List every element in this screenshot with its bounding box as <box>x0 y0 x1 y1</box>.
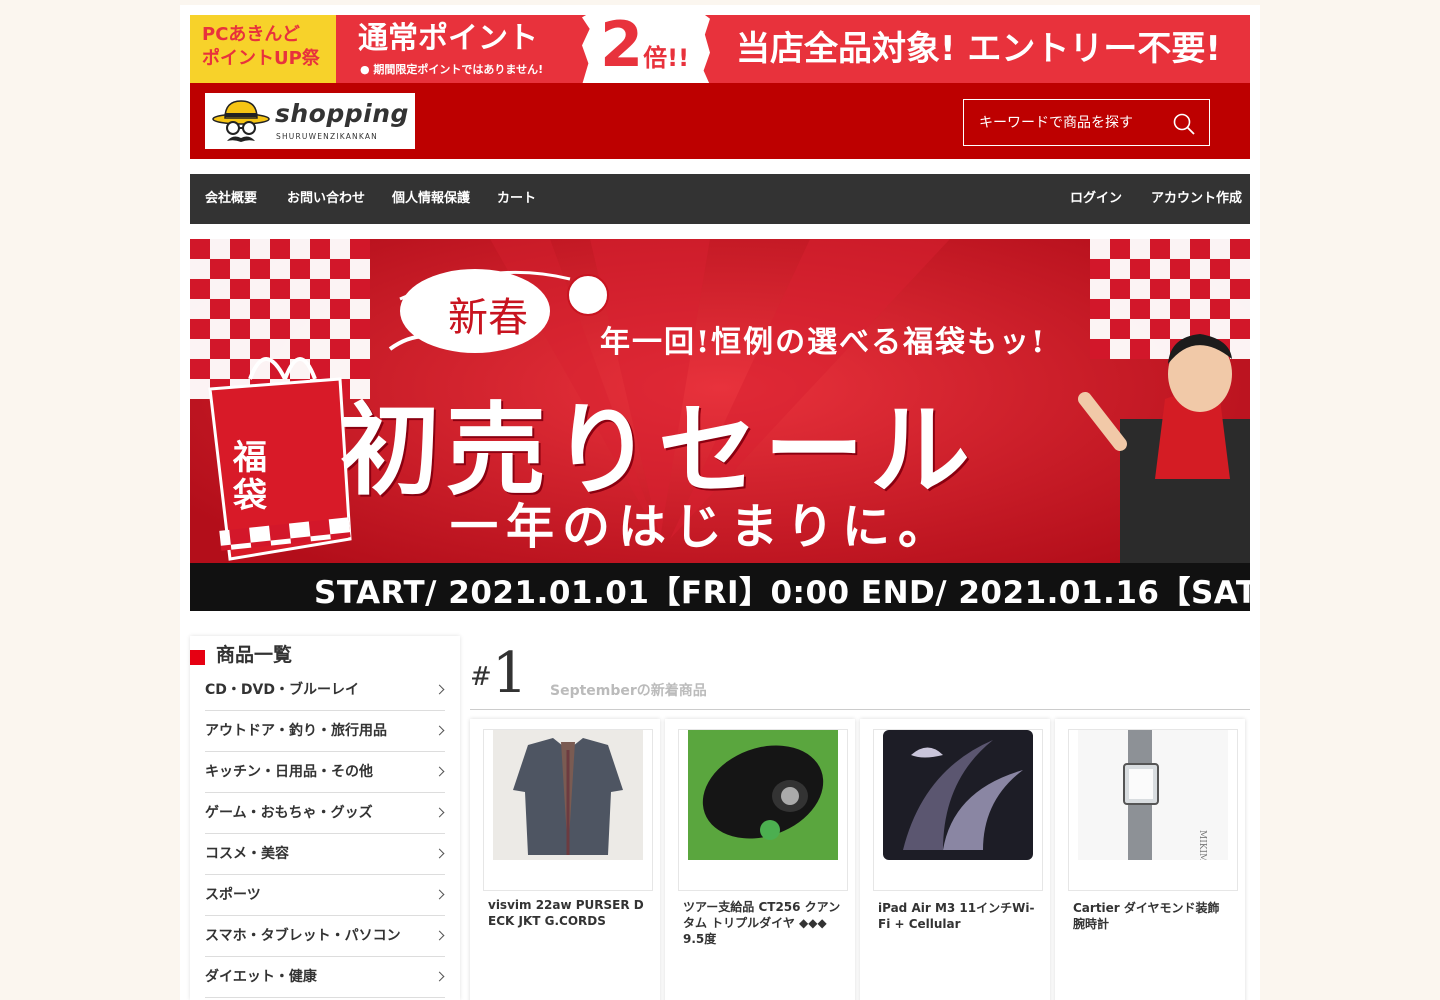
promo-badge: PCあきんど ポイントUP祭 <box>190 15 336 83</box>
nav-create-account[interactable]: アカウント作成 <box>1151 174 1242 224</box>
category-item[interactable]: CD・DVD・ブルーレイ <box>205 670 445 711</box>
product-title[interactable]: visvim 22aw PURSER DECK JKT G.CORDS <box>488 897 648 929</box>
nav-login[interactable]: ログイン <box>1070 174 1122 224</box>
category-item[interactable]: アウトドア・釣り・旅行用品 <box>205 711 445 752</box>
search-icon[interactable] <box>1172 112 1196 136</box>
product-card[interactable]: MIKIMOTO Cartier ダイヤモンド装飾 腕時計 <box>1055 719 1245 1000</box>
site-header: shopping SHURUWENZIKANKAN <box>190 83 1250 159</box>
sidebar-title: 商品一覧 <box>190 640 292 670</box>
sidebar-title-text: 商品一覧 <box>216 644 293 666</box>
chevron-right-icon <box>434 889 445 900</box>
promo-twice: 2倍!! <box>600 15 690 81</box>
title-marker <box>190 650 205 665</box>
chevron-right-icon <box>434 725 445 736</box>
promo-all-items: 当店全品対象! エントリー不要! <box>736 29 1221 69</box>
category-sidebar: 商品一覧 CD・DVD・ブルーレイ アウトドア・釣り・旅行用品 キッチン・日用品… <box>190 636 460 1000</box>
product-image-ipad[interactable] <box>873 729 1043 891</box>
nav-cart[interactable]: カート <box>497 174 536 224</box>
section-subtitle: Septemberの新着商品 <box>550 683 707 699</box>
category-label: ダイエット・健康 <box>205 969 317 985</box>
promo-points-text: 通常ポイント <box>358 21 538 56</box>
category-label: アウトドア・釣り・旅行用品 <box>205 723 387 739</box>
product-title[interactable]: Cartier ダイヤモンド装飾 腕時計 <box>1073 900 1233 932</box>
category-item[interactable]: スポーツ <box>205 875 445 916</box>
category-item[interactable]: キッチン・日用品・その他 <box>205 752 445 793</box>
product-image-jacket[interactable] <box>483 729 653 891</box>
nav-privacy[interactable]: 個人情報保護 <box>392 174 470 224</box>
product-card[interactable]: visvim 22aw PURSER DECK JKT G.CORDS <box>470 719 660 1000</box>
category-label: CD・DVD・ブルーレイ <box>205 682 359 698</box>
promo-badge-line2: ポイントUP祭 <box>202 48 320 69</box>
new-arrivals-heading: # 1 Septemberの新着商品 <box>470 640 1250 710</box>
category-item[interactable]: ゲーム・おもちゃ・グッズ <box>205 793 445 834</box>
nav-company[interactable]: 会社概要 <box>205 174 257 224</box>
product-image-golf-driver[interactable] <box>678 729 848 891</box>
section-hash: # <box>470 662 492 692</box>
promo-note: ● 期間限定ポイントではありません! <box>360 63 544 76</box>
logo-text: shopping <box>275 99 409 128</box>
site-logo[interactable]: shopping SHURUWENZIKANKAN <box>205 93 415 149</box>
chevron-right-icon <box>434 848 445 859</box>
hat-mustache-icon <box>212 100 270 142</box>
section-number: 1 <box>492 641 528 706</box>
product-title[interactable]: ツアー支給品 CT256 クアンタム トリプルダイヤ ◆◆◆ 9.5度 <box>683 899 843 947</box>
product-title[interactable]: iPad Air M3 11インチWi-Fi + Cellular <box>878 900 1038 932</box>
category-label: キッチン・日用品・その他 <box>205 764 373 780</box>
search-input[interactable] <box>964 100 1164 145</box>
category-label: スマホ・タブレット・パソコン <box>205 928 401 944</box>
hero-shinshun: 新春 <box>448 295 528 341</box>
hero-dates: START/ 2021.01.01【FRI】0:00 END/ 2021.01.… <box>314 575 1250 611</box>
main-nav: 会社概要 お問い合わせ 個人情報保護 カート ログイン アカウント作成 <box>190 174 1250 224</box>
product-image-watch[interactable]: MIKIMOTO <box>1068 729 1238 891</box>
category-item[interactable]: コスメ・美容 <box>205 834 445 875</box>
chevron-right-icon <box>434 971 445 982</box>
category-label: スポーツ <box>205 887 261 903</box>
promo-banner[interactable]: PCあきんど ポイントUP祭 通常ポイント ● 期間限定ポイントではありません!… <box>190 15 1250 83</box>
hero-bag-label: 福袋 <box>233 438 267 516</box>
category-item[interactable]: ダイエット・健康 <box>205 957 445 998</box>
category-label: ゲーム・おもちゃ・グッズ <box>205 805 373 821</box>
chevron-right-icon <box>434 684 445 695</box>
hero-tagline: 年一回!恒例の選べる福袋もッ! <box>600 325 1047 360</box>
product-card[interactable]: ツアー支給品 CT256 クアンタム トリプルダイヤ ◆◆◆ 9.5度 <box>665 719 855 1000</box>
product-card[interactable]: iPad Air M3 11インチWi-Fi + Cellular <box>860 719 1050 1000</box>
chevron-right-icon <box>434 766 445 777</box>
chevron-right-icon <box>434 930 445 941</box>
promo-badge-line1: PCあきんど <box>202 24 300 45</box>
logo-subtext: SHURUWENZIKANKAN <box>276 132 378 141</box>
chevron-right-icon <box>434 807 445 818</box>
hero-banner[interactable]: 新春 年一回!恒例の選べる福袋もッ! 初売りセール 一年のはじまりに。 福袋 S… <box>190 239 1250 611</box>
category-label: コスメ・美容 <box>205 846 289 862</box>
page: PCあきんど ポイントUP祭 通常ポイント ● 期間限定ポイントではありません!… <box>180 5 1260 1000</box>
hero-subtitle: 一年のはじまりに。 <box>450 499 955 555</box>
search-box <box>963 99 1210 146</box>
svg-text:MIKIMOTO: MIKIMOTO <box>1197 830 1207 860</box>
category-item[interactable]: スマホ・タブレット・パソコン <box>205 916 445 957</box>
nav-contact[interactable]: お問い合わせ <box>287 174 365 224</box>
